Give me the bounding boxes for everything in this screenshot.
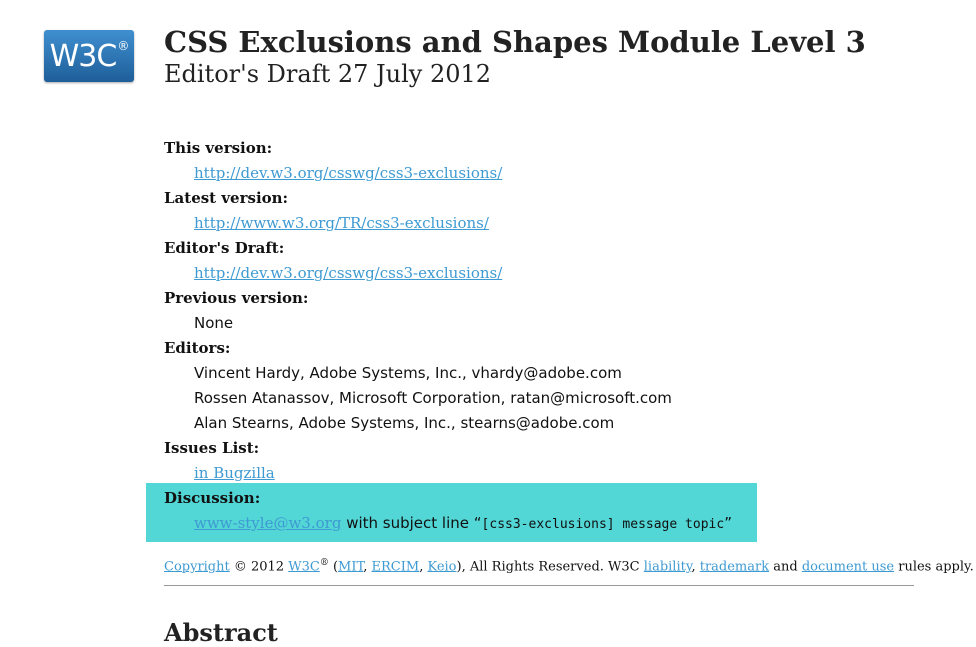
keio-link[interactable]: Keio xyxy=(427,559,456,574)
editors-label: Editors: xyxy=(164,339,231,357)
abstract-heading: Abstract xyxy=(164,618,278,647)
liability-link[interactable]: liability xyxy=(644,559,692,574)
editor-item: Alan Stearns, Adobe Systems, Inc., stear… xyxy=(194,414,615,432)
page-subtitle: Editor's Draft 27 July 2012 xyxy=(164,60,492,88)
discussion-text: with subject line xyxy=(341,514,474,532)
trademark-link[interactable]: trademark xyxy=(700,559,769,574)
issues-list-value: in Bugzilla xyxy=(164,461,924,486)
quote-open: “ xyxy=(473,514,482,532)
latest-version-value: http://www.w3.org/TR/css3-exclusions/ xyxy=(164,211,924,236)
page-title: CSS Exclusions and Shapes Module Level 3 xyxy=(164,25,866,59)
quote-close: ” xyxy=(724,514,732,532)
registered-mark: ® xyxy=(319,558,329,568)
w3c-link[interactable]: W3C xyxy=(288,559,320,574)
discussion-label: Discussion: xyxy=(164,489,261,507)
latest-version-link[interactable]: http://www.w3.org/TR/css3-exclusions/ xyxy=(194,214,489,232)
editor-item: Vincent Hardy, Adobe Systems, Inc., vhar… xyxy=(194,364,622,382)
editor-item: Rossen Atanassov, Microsoft Corporation,… xyxy=(194,389,672,407)
editors-draft-label: Editor's Draft: xyxy=(164,239,285,257)
subject-line-code: [css3-exclusions] message topic xyxy=(481,517,725,532)
document-metadata: This version: http://dev.w3.org/csswg/cs… xyxy=(164,136,924,536)
w3c-logo[interactable]: W3C ® xyxy=(44,30,134,82)
copyright-text: ( xyxy=(328,559,339,575)
latest-version-label: Latest version: xyxy=(164,189,289,207)
copyright-text: , xyxy=(691,559,700,575)
bugzilla-link[interactable]: in Bugzilla xyxy=(194,464,275,482)
this-version-label: This version: xyxy=(164,139,273,157)
document-use-link[interactable]: document use xyxy=(802,559,894,574)
mailing-list-link[interactable]: www-style@w3.org xyxy=(194,514,341,532)
copyright-link[interactable]: Copyright xyxy=(164,559,230,574)
issues-list-label: Issues List: xyxy=(164,439,260,457)
discussion-value: www-style@w3.org with subject line “[css… xyxy=(164,511,924,536)
copyright-text: rules apply. xyxy=(894,559,974,575)
this-version-link[interactable]: http://dev.w3.org/csswg/css3-exclusions/ xyxy=(194,164,502,182)
previous-version-label: Previous version: xyxy=(164,289,309,307)
this-version-value: http://dev.w3.org/csswg/css3-exclusions/ xyxy=(164,161,924,186)
mit-link[interactable]: MIT xyxy=(338,559,363,574)
editors-draft-value: http://dev.w3.org/csswg/css3-exclusions/ xyxy=(164,261,924,286)
w3c-logo-text: W3C xyxy=(49,38,118,74)
editors-draft-link[interactable]: http://dev.w3.org/csswg/css3-exclusions/ xyxy=(194,264,502,282)
previous-version-value: None xyxy=(194,314,234,332)
w3c-logo-mark: ® xyxy=(117,39,129,53)
copyright-text: and xyxy=(769,559,802,575)
ercim-link[interactable]: ERCIM xyxy=(372,559,420,574)
copyright-text: , xyxy=(363,559,372,575)
copyright-text: © 2012 xyxy=(229,559,289,575)
copyright-text: ), All Rights Reserved. W3C xyxy=(456,559,644,575)
copyright-notice: Copyright © 2012 W3C® (MIT, ERCIM, Keio)… xyxy=(164,558,974,574)
divider xyxy=(164,585,914,586)
